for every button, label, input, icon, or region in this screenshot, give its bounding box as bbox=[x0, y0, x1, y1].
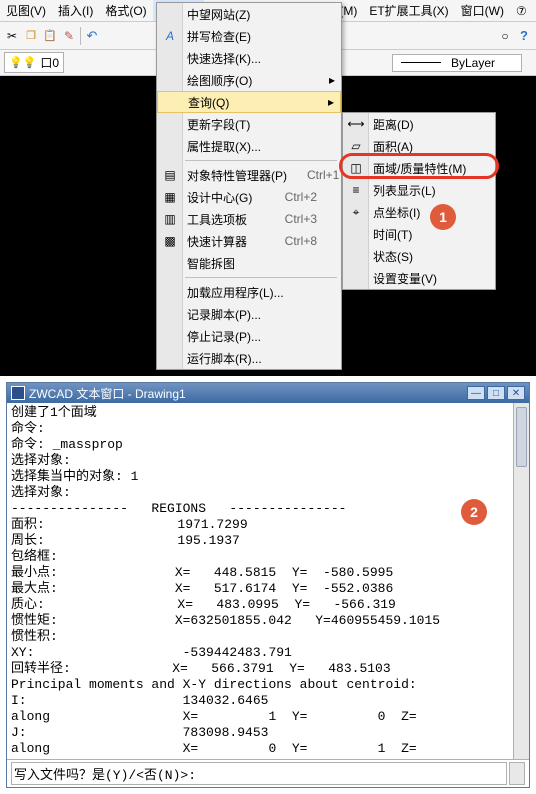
paste-icon[interactable] bbox=[42, 28, 58, 44]
bylayer-label: ByLayer bbox=[451, 56, 495, 70]
submenu-status[interactable]: 状态(S) bbox=[343, 245, 495, 267]
lightbulb-icon: 💡 bbox=[9, 56, 36, 69]
undo-icon[interactable] bbox=[84, 28, 100, 44]
menu-help[interactable]: ⑦ bbox=[510, 2, 533, 20]
minimize-button[interactable]: — bbox=[467, 386, 485, 400]
list-icon: ≡ bbox=[348, 182, 364, 198]
menu-item-inquiry[interactable]: 查询(Q)▸ bbox=[157, 91, 341, 113]
command-line: 写入文件吗？是(Y)/<否(N)>: bbox=[7, 759, 529, 787]
zoom-icon[interactable] bbox=[497, 28, 513, 44]
menu-item-smartsplit[interactable]: 智能拆图 bbox=[157, 252, 341, 274]
matchprop-icon[interactable] bbox=[61, 28, 77, 44]
properties-icon: ▤ bbox=[162, 167, 178, 183]
layer-dropdown[interactable]: 💡 口0 bbox=[4, 52, 64, 73]
idpoint-icon: ⌖ bbox=[348, 204, 364, 220]
menu-item-quickselect[interactable]: 快速选择(K)... bbox=[157, 47, 341, 69]
copy-icon[interactable] bbox=[23, 28, 39, 44]
separator bbox=[185, 160, 337, 161]
menu-item-attextract[interactable]: 属性提取(X)... bbox=[157, 135, 341, 157]
close-button[interactable]: ✕ bbox=[507, 386, 525, 400]
layer-name: 口0 bbox=[40, 54, 59, 71]
text-window-titlebar[interactable]: ZWCAD 文本窗口 - Drawing1 — □ ✕ bbox=[7, 383, 529, 403]
maximize-button[interactable]: □ bbox=[487, 386, 505, 400]
submenu-area[interactable]: ▱面积(A) bbox=[343, 135, 495, 157]
menu-item-runscript[interactable]: 运行脚本(R)... bbox=[157, 347, 341, 369]
linetype-dropdown[interactable]: ByLayer bbox=[392, 54, 522, 72]
app-icon bbox=[11, 386, 25, 400]
submenu-time[interactable]: 时间(T) bbox=[343, 223, 495, 245]
massprop-icon: ◫ bbox=[348, 160, 364, 176]
menu-item-stoprecord[interactable]: 停止记录(P)... bbox=[157, 325, 341, 347]
scrollbar-thumb[interactable] bbox=[516, 407, 527, 467]
separator bbox=[185, 277, 337, 278]
help-icon[interactable] bbox=[516, 28, 532, 44]
menu-window[interactable]: 窗口(W) bbox=[455, 0, 510, 21]
tools-dropdown: 中望网站(Z) A拼写检查(E) 快速选择(K)... 绘图顺序(O)▸ 查询(… bbox=[156, 2, 342, 370]
menu-item-zwsite[interactable]: 中望网站(Z) bbox=[157, 3, 341, 25]
menu-view[interactable]: 见图(V) bbox=[0, 0, 52, 21]
submenu-setvar[interactable]: 设置变量(V) bbox=[343, 267, 495, 289]
spellcheck-icon: A bbox=[162, 28, 178, 44]
menu-et-ext[interactable]: ET扩展工具(X) bbox=[363, 0, 454, 21]
step-badge-2: 2 bbox=[461, 499, 487, 525]
menu-item-updatefield[interactable]: 更新字段(T) bbox=[157, 113, 341, 135]
calculator-icon: ▩ bbox=[162, 233, 178, 249]
inquiry-submenu: ⟷距离(D) ▱面积(A) ◫面域/质量特性(M) ≡列表显示(L) ⌖点坐标(… bbox=[342, 112, 496, 290]
drawing-canvas[interactable]: 中望网站(Z) A拼写检查(E) 快速选择(K)... 绘图顺序(O)▸ 查询(… bbox=[0, 76, 536, 376]
menu-item-quickcalc[interactable]: ▩快速计算器Ctrl+8 bbox=[157, 230, 341, 252]
scrollbar[interactable] bbox=[513, 403, 529, 759]
chevron-right-icon: ▸ bbox=[328, 95, 334, 109]
submenu-massprop[interactable]: ◫面域/质量特性(M) bbox=[343, 157, 495, 179]
submenu-list[interactable]: ≡列表显示(L) bbox=[343, 179, 495, 201]
menu-item-designcenter[interactable]: ▦设计中心(G)Ctrl+2 bbox=[157, 186, 341, 208]
menu-item-recordscript[interactable]: 记录脚本(P)... bbox=[157, 303, 341, 325]
menu-insert[interactable]: 插入(I) bbox=[52, 0, 99, 21]
area-icon: ▱ bbox=[348, 138, 364, 154]
step-badge-1: 1 bbox=[430, 204, 456, 230]
distance-icon: ⟷ bbox=[348, 116, 364, 132]
menu-item-properties[interactable]: ▤对象特性管理器(P)Ctrl+1 bbox=[157, 164, 341, 186]
menu-item-draworder[interactable]: 绘图顺序(O)▸ bbox=[157, 69, 341, 91]
text-window-title: ZWCAD 文本窗口 - Drawing1 bbox=[29, 385, 186, 402]
chevron-right-icon: ▸ bbox=[329, 73, 335, 87]
menu-item-toolpalette[interactable]: ▥工具选项板Ctrl+3 bbox=[157, 208, 341, 230]
submenu-idpoint[interactable]: ⌖点坐标(I) bbox=[343, 201, 495, 223]
text-output[interactable]: 创建了1个面域 命令: 命令: _massprop 选择对象: 选择集当中的对象… bbox=[7, 403, 513, 759]
cut-icon[interactable] bbox=[4, 28, 20, 44]
designcenter-icon: ▦ bbox=[162, 189, 178, 205]
text-window: ZWCAD 文本窗口 - Drawing1 — □ ✕ 创建了1个面域 命令: … bbox=[6, 382, 530, 788]
toolpalette-icon: ▥ bbox=[162, 211, 178, 227]
menu-item-loadapp[interactable]: 加载应用程序(L)... bbox=[157, 281, 341, 303]
submenu-distance[interactable]: ⟷距离(D) bbox=[343, 113, 495, 135]
menu-format[interactable]: 格式(O) bbox=[99, 0, 152, 21]
menu-item-spellcheck[interactable]: A拼写检查(E) bbox=[157, 25, 341, 47]
